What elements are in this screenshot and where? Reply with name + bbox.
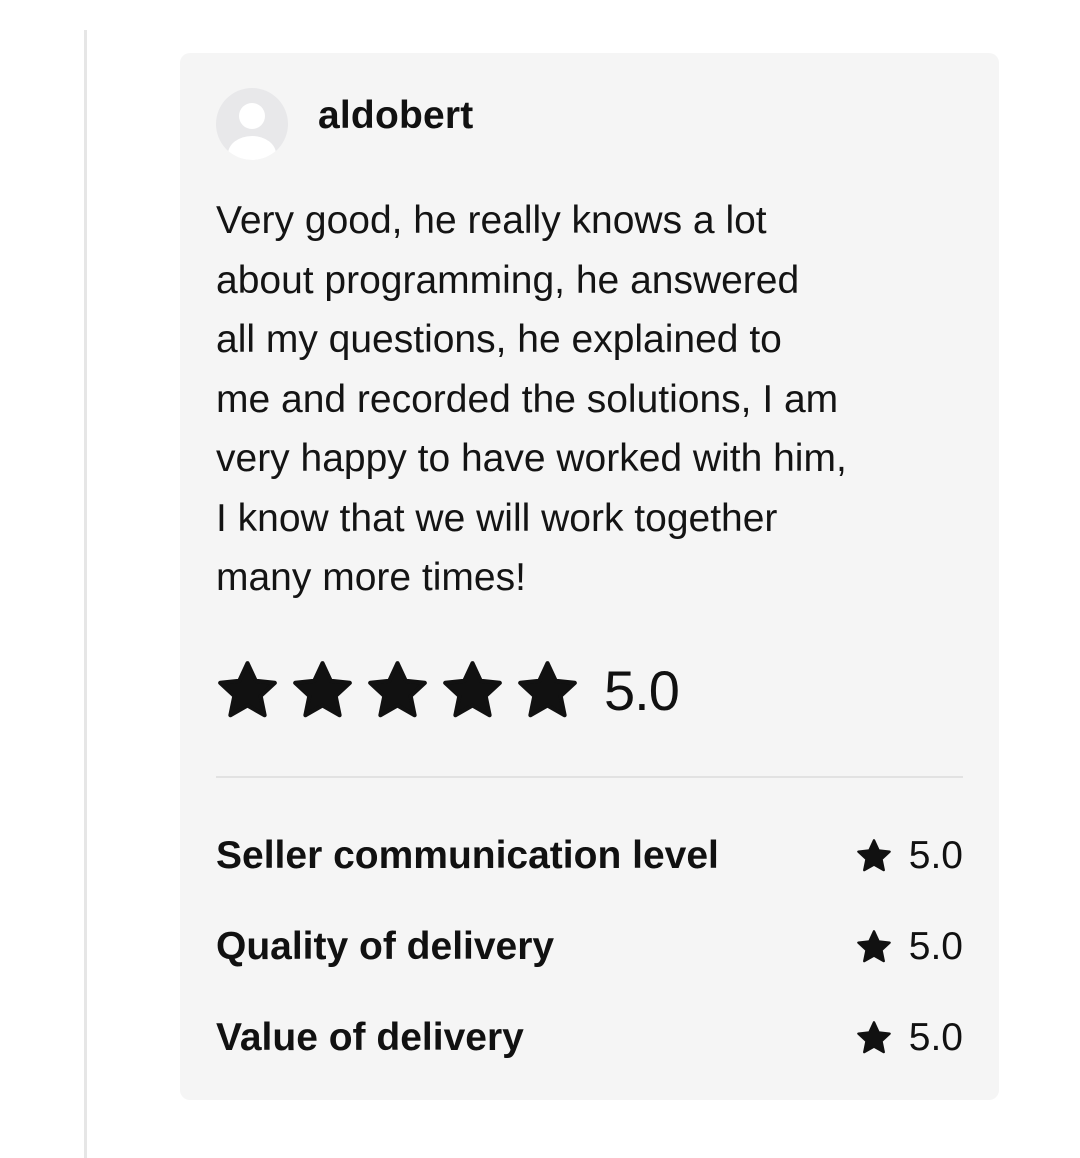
- divider: [216, 776, 963, 778]
- star-icon: [218, 660, 277, 717]
- breakdown-score-value: 5.0: [908, 924, 963, 968]
- star-icon: [443, 660, 502, 717]
- star-icon: [293, 660, 352, 717]
- star-icon: [856, 1020, 891, 1053]
- review-page: aldobert Very good, he really knows a lo…: [0, 0, 1080, 1158]
- breakdown-score-value: 5.0: [908, 1015, 963, 1059]
- breakdown-label: Quality of delivery: [216, 924, 555, 968]
- star-rating: [216, 659, 579, 722]
- review-card: aldobert Very good, he really knows a lo…: [180, 53, 999, 1100]
- breakdown-row-quality-of-delivery: Quality of delivery 5.0: [216, 914, 963, 979]
- star-icon: [856, 838, 891, 871]
- breakdown-row-value-of-delivery: Value of delivery 5.0: [216, 1005, 963, 1070]
- breakdown-label: Seller communication level: [216, 833, 719, 877]
- default-user-avatar-icon: [228, 103, 276, 160]
- breakdown-score: 5.0: [856, 834, 963, 878]
- breakdown-label: Value of delivery: [216, 1015, 524, 1059]
- star-icon: [518, 660, 577, 717]
- breakdown-row-seller-communication: Seller communication level 5.0: [216, 823, 963, 888]
- breakdown-score: 5.0: [856, 1016, 963, 1060]
- overall-score: 5.0: [604, 658, 680, 722]
- avatar[interactable]: [216, 88, 288, 160]
- thread-line: [84, 30, 87, 1158]
- star-icon: [368, 660, 427, 717]
- star-icon: [856, 929, 891, 962]
- reviewer-header: aldobert: [216, 88, 473, 160]
- breakdown-score: 5.0: [856, 925, 963, 969]
- overall-rating: 5.0: [216, 653, 680, 727]
- rating-breakdown: Seller communication level 5.0 Quality o…: [216, 823, 963, 1096]
- breakdown-score-value: 5.0: [908, 833, 963, 877]
- reviewer-username[interactable]: aldobert: [318, 94, 473, 138]
- review-text: Very good, he really knows a lot about p…: [216, 199, 847, 599]
